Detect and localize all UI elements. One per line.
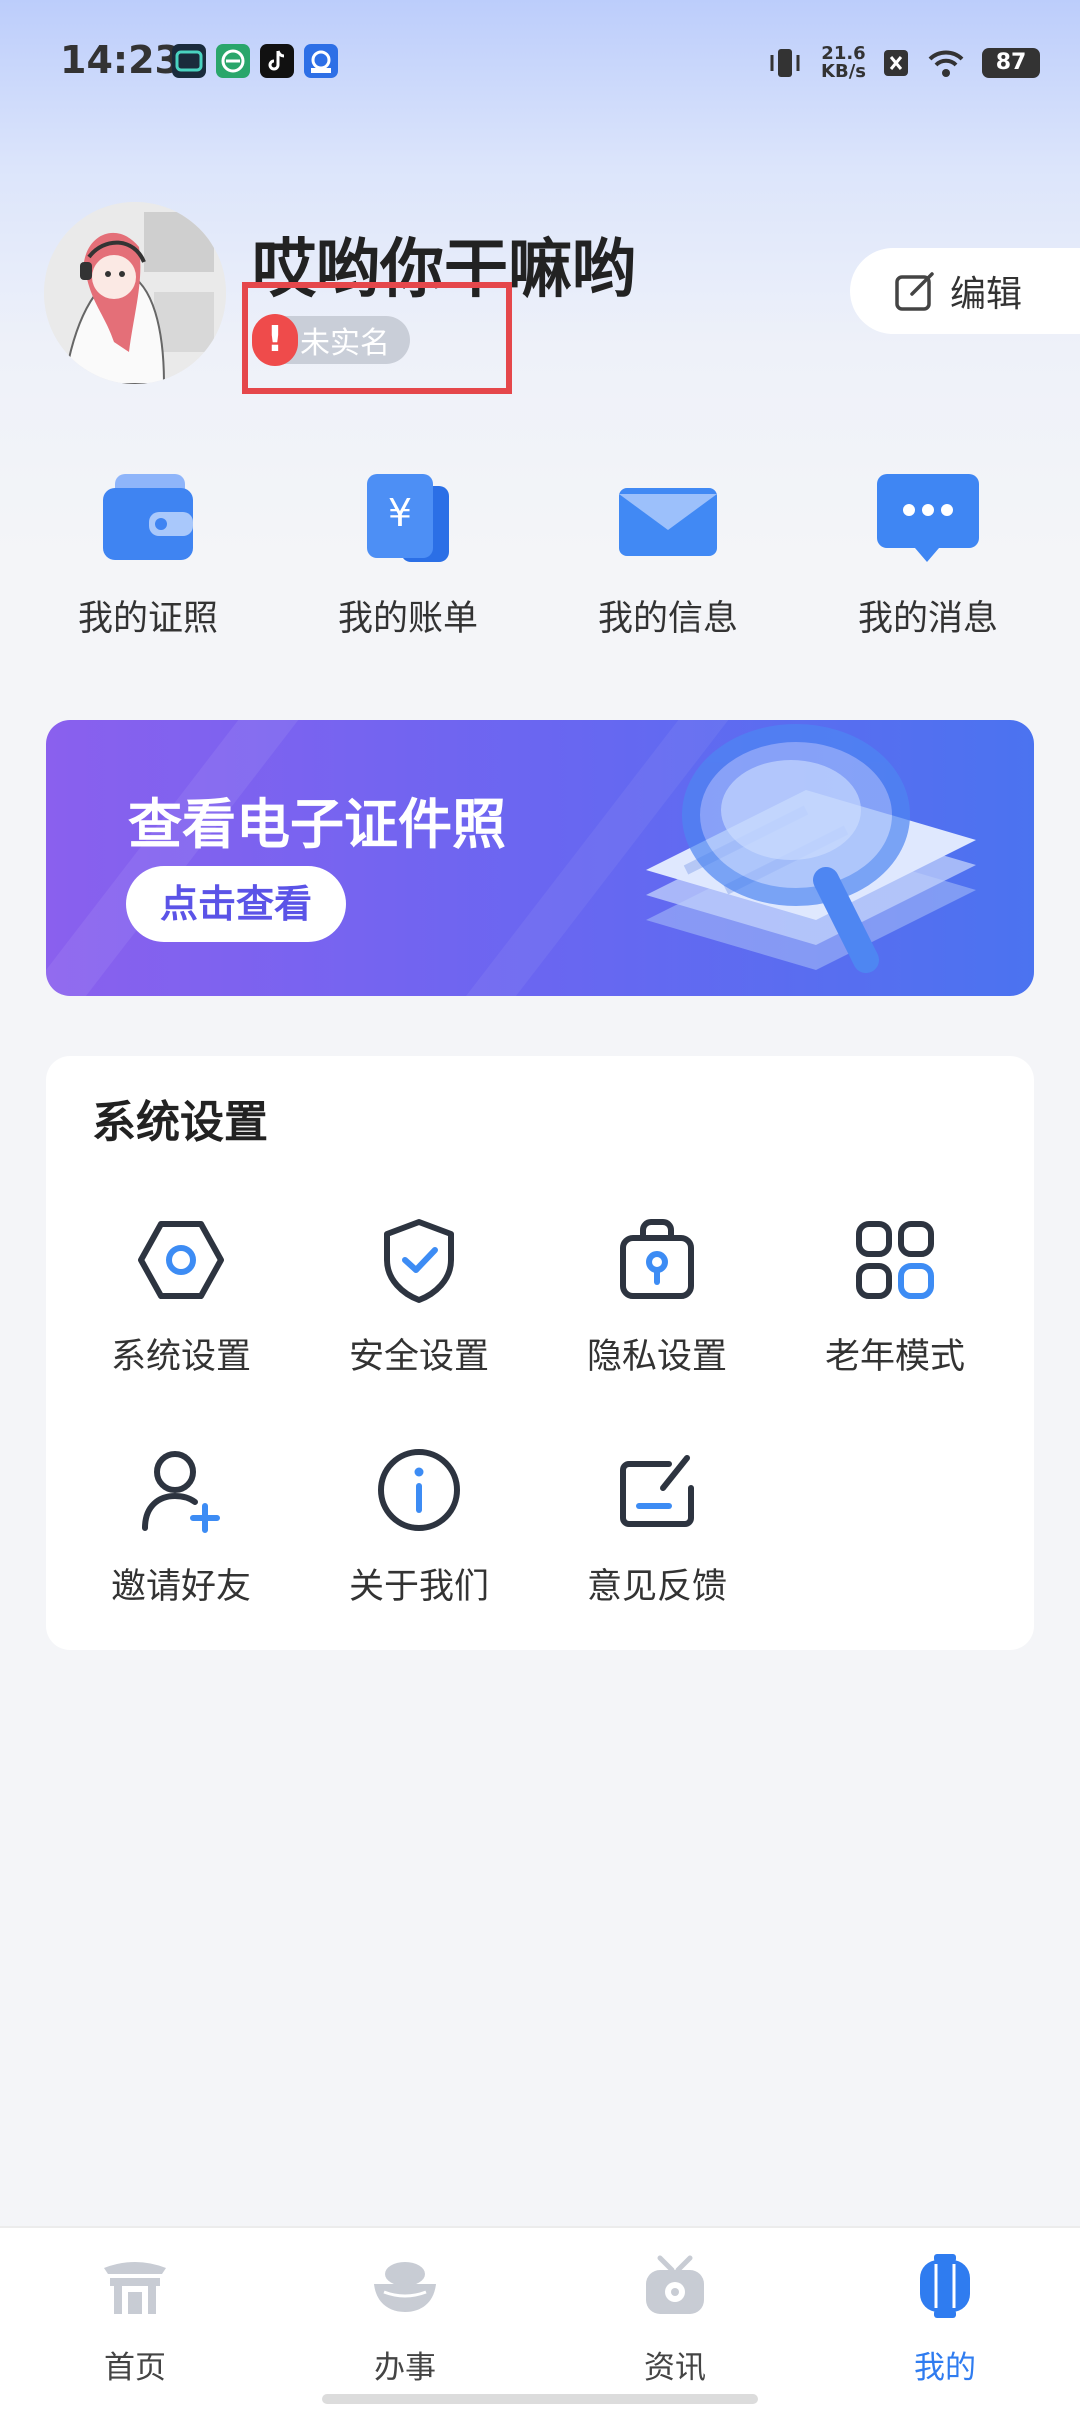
setting-system[interactable]: 系统设置 <box>61 1214 301 1379</box>
bottom-nav: 首页 办事 资讯 我的 <box>0 2226 1080 2410</box>
nav-news[interactable]: 资讯 <box>575 2254 775 2387</box>
info-icon <box>373 1444 465 1536</box>
setting-elderly-mode[interactable]: 老年模式 <box>775 1214 1015 1379</box>
nav-home[interactable]: 首页 <box>35 2254 235 2387</box>
feedback-edit-icon <box>611 1444 703 1536</box>
shield-check-icon <box>373 1214 465 1306</box>
lantern-icon <box>910 2254 980 2318</box>
cc-app-icon <box>172 44 206 78</box>
quick-link-messages[interactable]: 我的消息 <box>828 468 1028 641</box>
chat-bubble-icon <box>873 468 983 568</box>
lock-bag-icon <box>611 1214 703 1306</box>
bill-icon: ¥ <box>353 468 463 568</box>
nav-mine[interactable]: 我的 <box>845 2254 1045 2387</box>
home-indicator <box>322 2394 758 2404</box>
sim-off-icon <box>884 50 908 76</box>
highlight-box <box>242 282 512 394</box>
tv-icon <box>640 2254 710 2318</box>
add-user-icon <box>135 1444 227 1536</box>
edit-profile-button[interactable]: 编辑 <box>850 248 1080 334</box>
edit-label: 编辑 <box>950 274 1023 315</box>
quick-link-info[interactable]: 我的信息 <box>568 468 768 641</box>
setting-invite-friends[interactable]: 邀请好友 <box>61 1444 301 1609</box>
svg-text:¥: ¥ <box>388 491 412 535</box>
battery-indicator: 87 <box>982 48 1040 78</box>
quick-link-certificates[interactable]: 我的证照 <box>48 468 248 641</box>
mail-icon <box>613 468 723 568</box>
settings-title: 系统设置 <box>92 1097 268 1148</box>
avatar[interactable] <box>44 202 226 384</box>
net-speed: 21.6 KB/s <box>821 43 866 82</box>
setting-privacy[interactable]: 隐私设置 <box>537 1214 777 1379</box>
e-id-photo-banner[interactable]: 查看电子证件照 点击查看 <box>46 720 1034 996</box>
setting-security[interactable]: 安全设置 <box>299 1214 539 1379</box>
status-time: 14:23 <box>60 38 181 82</box>
system-settings-card: 系统设置 系统设置 安全设置 隐私设置 老年模式 邀请好友 关于我们 意见反馈 <box>46 1056 1034 1650</box>
grid-icon <box>849 1214 941 1306</box>
quick-link-bills[interactable]: ¥ 我的账单 <box>308 468 508 641</box>
cloud-app-icon <box>304 44 338 78</box>
setting-about-us[interactable]: 关于我们 <box>299 1444 539 1609</box>
green-app-icon <box>216 44 250 78</box>
status-bar: 14:23 21.6 KB/s 87 <box>0 0 1080 130</box>
banner-view-button[interactable]: 点击查看 <box>126 866 347 942</box>
status-right-group: 21.6 KB/s 87 <box>765 40 1040 86</box>
banner-title: 查看电子证件照 <box>128 793 506 856</box>
nav-services[interactable]: 办事 <box>305 2254 505 2387</box>
home-gate-icon <box>100 2254 170 2318</box>
edit-icon <box>895 272 934 311</box>
vibrate-icon <box>770 49 800 77</box>
bowl-icon <box>370 2254 440 2318</box>
tiktok-icon <box>260 44 294 78</box>
wallet-icon <box>93 468 203 568</box>
hexagon-settings-icon <box>135 1214 227 1306</box>
setting-feedback[interactable]: 意见反馈 <box>537 1444 777 1609</box>
quick-links: 我的证照 ¥ 我的账单 我的信息 我的消息 <box>0 468 1080 648</box>
wifi-icon <box>928 50 964 77</box>
